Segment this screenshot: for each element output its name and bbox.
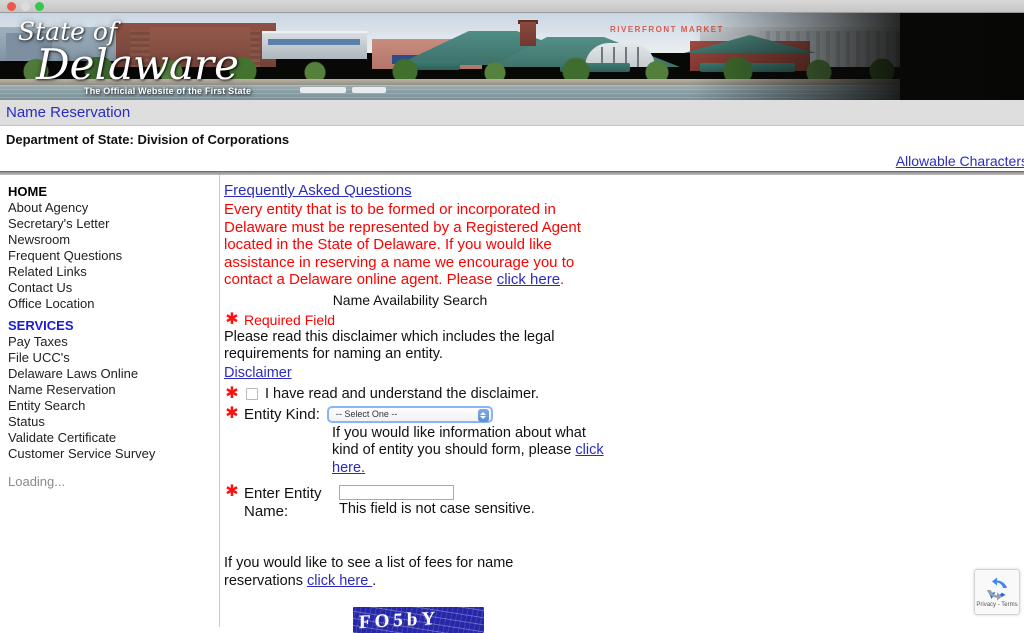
entity-kind-row: ✱ Entity Kind: -- Select One -- — [224, 405, 1024, 423]
disclaimer-checkbox-label: I have read and understand the disclaime… — [265, 385, 540, 402]
fees-text-after-link: . — [372, 572, 377, 589]
window-maximize-button[interactable] — [35, 1, 44, 11]
sidebar-item-file-uccs[interactable]: File UCC's — [8, 350, 219, 366]
disclaimer-instructions: Please read this disclaimer which includ… — [224, 328, 555, 363]
select-stepper-icon[interactable] — [477, 408, 489, 422]
entity-kind-help-text: If you would like information about what… — [332, 425, 604, 478]
sidebar-item-name-reservation[interactable]: Name Reservation — [8, 382, 219, 398]
recaptcha-logo-icon — [987, 577, 1007, 601]
sidebar-heading-home[interactable]: HOME — [8, 184, 219, 200]
required-asterisk-icon: ✱ — [225, 384, 239, 402]
banner-water — [0, 85, 900, 100]
recaptcha-terms-text[interactable]: Privacy - Terms — [976, 602, 1017, 608]
banner-boat — [352, 87, 386, 93]
captcha-text: FO5bY — [359, 607, 440, 633]
registered-agent-notice: Every entity that is to be formed or inc… — [224, 201, 596, 289]
banner-building-white-band — [268, 39, 360, 45]
sidebar-item-about-agency[interactable]: About Agency — [8, 200, 219, 216]
entity-name-label-line2: Name: — [244, 503, 289, 520]
entity-name-label: Enter Entity Name: — [244, 485, 336, 521]
sidebar-item-secretarys-letter[interactable]: Secretary's Letter — [8, 216, 219, 232]
recaptcha-badge[interactable]: Privacy - Terms — [974, 569, 1020, 615]
window-minimize-button[interactable] — [21, 1, 30, 11]
banner-market-sign-text: RIVERFRONT MARKET — [610, 25, 724, 34]
entity-name-field-group: This field is not case sensitive. — [339, 485, 535, 518]
fees-paragraph: If you would like to see a list of fees … — [224, 555, 554, 590]
required-asterisk-icon: ✱ — [225, 310, 239, 328]
sidebar-item-customer-service-survey[interactable]: Customer Service Survey — [8, 446, 219, 462]
banner-trees — [0, 57, 900, 81]
notice-text-after-link: . — [560, 271, 565, 288]
page-title: Name Reservation — [6, 104, 131, 121]
entity-kind-help-before-link: If you would like information about what… — [332, 424, 586, 459]
page-content: HOME About Agency Secretary's Letter New… — [0, 175, 1024, 633]
notice-click-here-link[interactable]: click here — [497, 271, 560, 288]
page-subtitle-band: Department of State: Division of Corpora… — [0, 126, 1024, 153]
required-field-legend: ✱ Required Field — [224, 310, 1024, 328]
sidebar-item-frequent-questions[interactable]: Frequent Questions — [8, 248, 219, 264]
page-subtitle: Department of State: Division of Corpora… — [6, 132, 290, 147]
entity-name-input[interactable] — [339, 485, 454, 500]
sidebar-item-contact-us[interactable]: Contact Us — [8, 280, 219, 296]
entity-name-label-line1: Enter Entity — [244, 485, 322, 502]
required-asterisk-icon: ✱ — [225, 483, 239, 500]
loading-status-text: Loading... — [8, 474, 66, 489]
sidebar-item-newsroom[interactable]: Newsroom — [8, 232, 219, 248]
sidebar-item-related-links[interactable]: Related Links — [8, 264, 219, 280]
banner-boat — [300, 87, 346, 93]
captcha-image: FO5bY — [353, 607, 484, 633]
banner-chimney — [520, 22, 536, 46]
disclaimer-checkbox-row: ✱ I have read and understand the disclai… — [224, 384, 1024, 402]
sidebar-item-pay-taxes[interactable]: Pay Taxes — [8, 334, 219, 350]
chevron-down-icon — [480, 415, 487, 419]
sidebar-item-delaware-laws-online[interactable]: Delaware Laws Online — [8, 366, 219, 382]
frequently-asked-questions-link[interactable]: Frequently Asked Questions — [224, 182, 412, 199]
page-title-band: Name Reservation — [0, 100, 1024, 126]
allowable-characters-row: Allowable Characters — [0, 153, 1024, 171]
entity-name-row: ✱ Enter Entity Name: This field is not c… — [224, 483, 1024, 521]
banner-building-white — [262, 31, 367, 59]
window-close-button[interactable] — [7, 1, 16, 11]
sidebar-heading-services[interactable]: SERVICES — [8, 318, 219, 334]
sidebar-navigation: HOME About Agency Secretary's Letter New… — [0, 175, 220, 627]
allowable-characters-link[interactable]: Allowable Characters — [896, 153, 1024, 169]
required-field-label: Required Field — [244, 311, 336, 328]
site-banner: RIVERFRONT MARKET State of Delaware The … — [0, 13, 1024, 100]
sidebar-item-status[interactable]: Status — [8, 414, 219, 430]
required-asterisk-icon: ✱ — [225, 405, 239, 422]
entity-name-case-note: This field is not case sensitive. — [339, 501, 535, 517]
fees-click-here-link[interactable]: click here — [307, 573, 372, 589]
sidebar-item-office-location[interactable]: Office Location — [8, 296, 219, 312]
banner-photo: RIVERFRONT MARKET — [0, 13, 900, 100]
disclaimer-link[interactable]: Disclaimer — [224, 365, 292, 381]
main-panel: Frequently Asked Questions Every entity … — [220, 175, 1024, 633]
sidebar-item-entity-search[interactable]: Entity Search — [8, 398, 219, 414]
chevron-up-icon — [480, 411, 487, 415]
sidebar-item-validate-certificate[interactable]: Validate Certificate — [8, 430, 219, 446]
entity-kind-selected-value: -- Select One -- — [335, 409, 398, 419]
disclaimer-checkbox[interactable] — [246, 387, 258, 400]
name-availability-search-heading: Name Availability Search — [332, 291, 488, 308]
entity-kind-label: Entity Kind: — [244, 405, 320, 423]
entity-kind-select[interactable]: -- Select One -- — [326, 405, 493, 423]
window-titlebar — [0, 0, 1024, 13]
